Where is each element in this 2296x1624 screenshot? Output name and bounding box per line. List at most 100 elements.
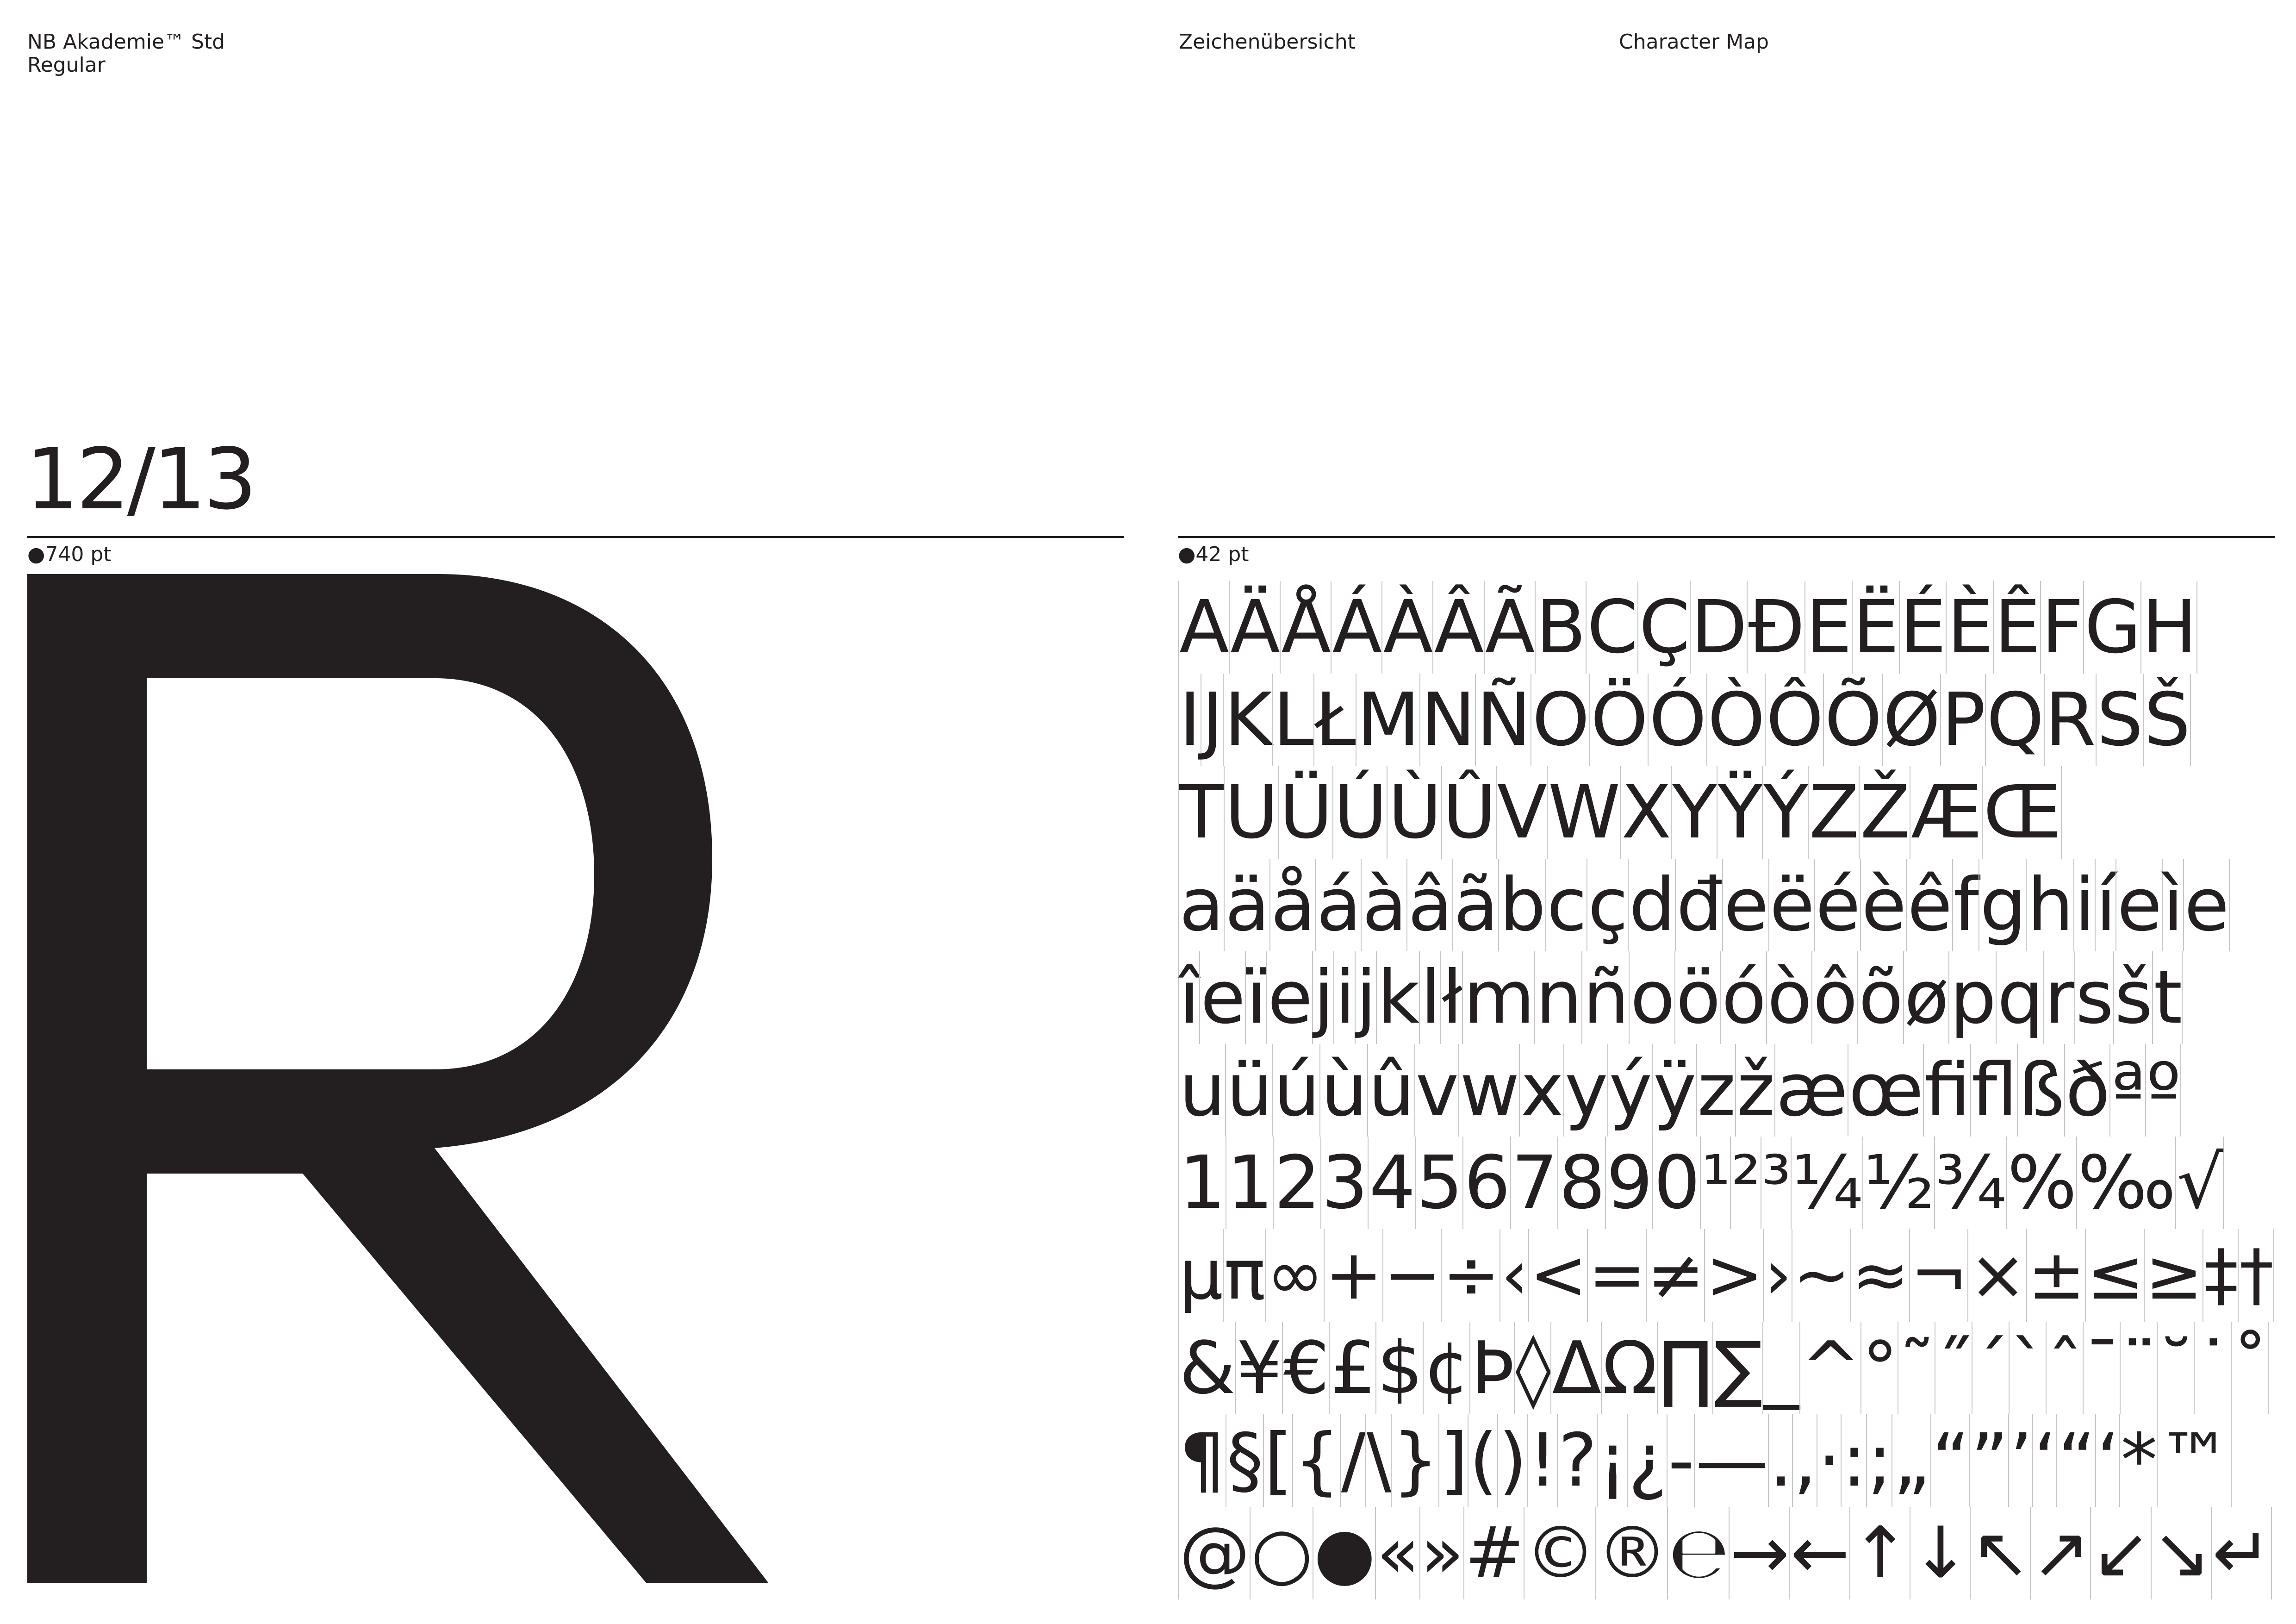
glyph-cell: 4 [1368,1137,1416,1229]
glyph-cell: % [2006,1137,2078,1229]
glyph-cell: À [1381,581,1434,674]
glyph-cell: _ [1762,1322,1800,1414]
glyph-cell: ò [1766,951,1813,1044]
glyph-cell: } [1391,1414,1439,1507]
glyph-cell: T [1178,766,1225,859]
glyph-cell: Š [2142,674,2191,766]
glyph-row: TUÜÚÙÛVWXYŸÝZŽÆŒ [1178,766,2289,859]
glyph-cell: Õ [1823,674,1883,766]
glyph-cell: ð [2064,1044,2111,1137]
glyph-cell: £ [1329,1322,1377,1414]
glyph-cell: ‹ [1500,1229,1529,1322]
glyph-cell: ÿ [1652,1044,1697,1137]
glyph-cell: ● [1312,1507,1376,1599]
glyph-cell: ß [2017,1044,2065,1137]
glyph-cell: R [2043,674,2097,766]
glyph-cell: L [1271,674,1314,766]
glyph-cell: € [1282,1322,1330,1414]
glyph-cell: è [1860,859,1907,951]
glyph-cell: Ó [1648,674,1707,766]
glyph-row: & ¥ € £ $ ¢ Þ ◊ Δ Ω ∏ ∑ _ ^ ° ˜ ˝ ˊ ˋ ˆ ¯ ¨ ˘ ˙ ˚ [1178,1322,2289,1414]
glyph-cell: # [1463,1507,1525,1599]
glyph-cell: ~ [1791,1229,1851,1322]
glyph-cell: P [1940,674,1986,766]
glyph-cell: y [1563,1044,1609,1137]
glyph-row: ¶ §[{/ \}]()!? ¡ ¿ - —., ·:; „ “”’ ‘“‘* ™ [1178,1414,2289,1507]
glyph-cell: - [1667,1414,1695,1507]
glyph-cell: â [1406,859,1453,951]
glyph-cell: ë [1768,859,1815,951]
glyph-row: IJKLŁMNÑOÖÓÒÔÕØPQRSŠ [1178,674,2289,766]
size-label-character-map: ●42 pt [1178,543,1249,566]
glyph-cell: G [2083,581,2142,674]
glyph-cell: X [1620,766,1672,859]
glyph-cell: ¬ [1909,1229,1969,1322]
glyph-cell: Â [1432,581,1485,674]
glyph-cell: ¥ [1235,1322,1283,1414]
glyph-cell: Ž [1859,766,1911,859]
glyph-cell: ä [1223,859,1270,951]
glyph-cell: ¡ [1596,1414,1628,1507]
glyph-cell: ¿ [1627,1414,1668,1507]
glyph-cell: ù [1319,1044,1368,1137]
glyph-cell: ∑ [1712,1322,1763,1414]
glyph-cell: ˘ [2157,1322,2195,1414]
glyph-cell: @ [1178,1507,1251,1599]
glyph-cell: ˊ [1972,1322,2010,1414]
glyph-cell: 9 [1605,1137,1654,1229]
glyph-row: uüúùûvwxyýÿzžæœﬁﬂßðªº [1178,1044,2289,1137]
glyph-cell: ↘ [2150,1507,2212,1599]
glyph-cell: ↖ [1970,1507,2031,1599]
glyph-cell: ^ [1799,1322,1862,1414]
glyph-cell: j [1312,951,1335,1044]
glyph-row: AÄÅÁÀÂÃBCÇDĐEËÉÈÊFGH [1178,581,2289,674]
glyph-cell: Ù [1387,766,1443,859]
glyph-cell: › [1763,1229,1792,1322]
glyph-cell: o [1629,951,1676,1044]
glyph-cell: î [1178,951,1200,1044]
glyph-cell: 8 [1557,1137,1606,1229]
glyph-cell: û [1367,1044,1415,1137]
glyph-cell: h [2026,859,2074,951]
glyph-cell: ã [1452,859,1499,951]
glyph-cell: M [1355,674,1421,766]
glyph-cell: , [1792,1414,1817,1507]
glyph-cell: Ç [1637,581,1691,674]
glyph-cell: ¹ [1699,1137,1731,1229]
glyph-cell: œ [1847,1044,1924,1137]
glyph-cell: Å [1280,581,1332,674]
glyph-cell: ï [1245,951,1268,1044]
glyph-cell: e [1266,951,1313,1044]
glyph-cell: / [1339,1414,1366,1507]
glyph-cell: ( [1468,1414,1499,1507]
glyph-cell: đ [1675,859,1724,951]
glyph-cell: . [1768,1414,1793,1507]
glyph-cell: Ý [1762,766,1809,859]
glyph-cell: ﬂ [1970,1044,2018,1137]
glyph-cell: ] [1438,1414,1469,1507]
glyph-cell: ‘ [2095,1414,2121,1507]
glyph-cell: √ [2175,1137,2224,1229]
glyph-cell: à [1361,859,1408,951]
glyph-cell: ↓ [1909,1507,1971,1599]
glyph-cell: Q [1985,674,2045,766]
glyph-cell: N [1419,674,1476,766]
divider-right [1178,536,2275,538]
glyph-cell: ˝ [1935,1322,1973,1414]
title-english: Character Map [1619,30,1769,54]
glyph-cell: ³ [1760,1137,1792,1229]
glyph-cell: ± [2026,1229,2086,1322]
glyph-cell: Æ [1910,766,1983,859]
glyph-cell: ¢ [1422,1322,1470,1414]
glyph-cell: ² [1730,1137,1761,1229]
glyph-cell: E [1804,581,1853,674]
glyph-cell: ˚ [2231,1322,2269,1414]
glyph-cell: ○ [1250,1507,1313,1599]
glyph-cell: ó [1720,951,1767,1044]
glyph-cell: ° [1860,1322,1899,1414]
glyph-cell: & [1178,1322,1236,1414]
glyph-row: 1 1 2 3 4 5 6 7 8 9 0 ¹ ² ³ ¼ ½ ¾% ‰ √ [1178,1137,2289,1229]
glyph-cell: v [1414,1044,1460,1137]
glyph-cell: > [1704,1229,1764,1322]
glyph-cell: ” [1969,1414,2009,1507]
